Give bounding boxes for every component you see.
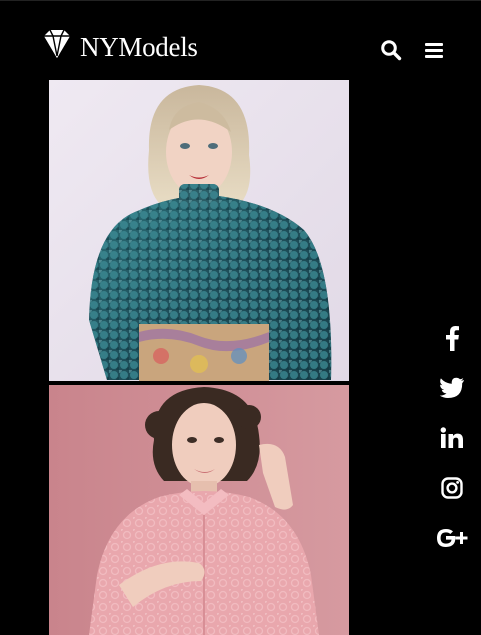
linkedin-icon xyxy=(440,426,464,454)
linkedin-link[interactable] xyxy=(430,420,474,460)
brand-name: NYModels xyxy=(80,31,198,62)
facebook-link[interactable] xyxy=(430,320,474,360)
search-icon xyxy=(380,39,402,66)
menu-button[interactable] xyxy=(422,40,446,64)
diamond-logo-icon xyxy=(40,28,74,60)
google-plus-icon xyxy=(435,527,469,554)
instagram-link[interactable] xyxy=(430,470,474,510)
top-divider xyxy=(0,0,481,1)
gallery-photo-pink-lace-dress[interactable] xyxy=(49,385,349,635)
twitter-link[interactable] xyxy=(430,370,474,410)
instagram-icon xyxy=(441,476,463,504)
hamburger-menu-icon xyxy=(424,41,444,64)
gallery-photo-sequin-top[interactable] xyxy=(49,80,349,381)
brand-logo-link[interactable]: NYModels xyxy=(40,24,198,64)
facebook-icon xyxy=(444,325,460,356)
twitter-icon xyxy=(439,377,465,404)
google-plus-link[interactable] xyxy=(430,520,474,560)
search-button[interactable] xyxy=(379,39,403,66)
